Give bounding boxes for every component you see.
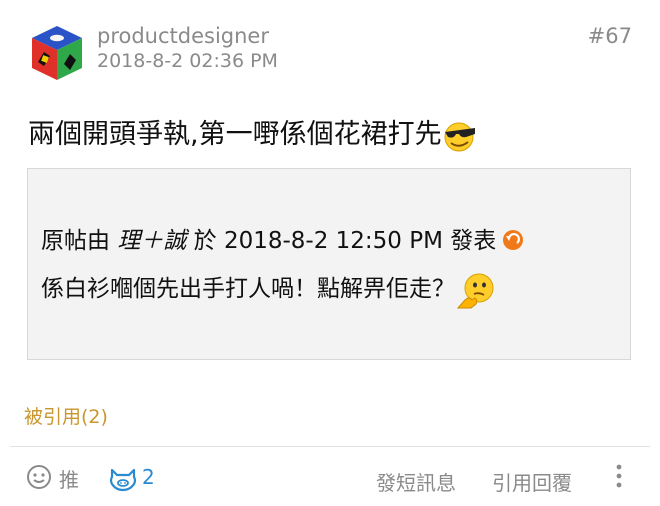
post-footer: 推 2 發短訊息 引用回覆 — [0, 448, 660, 506]
quote-mid: 於 — [193, 228, 217, 254]
more-options-icon[interactable] — [612, 462, 626, 490]
recommend-button[interactable]: 推 — [59, 464, 79, 493]
quote-suffix: 發表 — [450, 228, 497, 254]
pig-icon[interactable] — [108, 464, 138, 492]
quote-user[interactable]: 理＋誠 — [117, 228, 186, 254]
quote-attribution: 原帖由 理＋誠 於 2018-8-2 12:50 PM 發表 — [41, 221, 524, 255]
cool-sunglasses-smiley-icon — [444, 122, 475, 151]
divider — [10, 446, 650, 447]
quote-reply-button[interactable]: 引用回覆 — [492, 467, 572, 496]
quote-block: 原帖由 理＋誠 於 2018-8-2 12:50 PM 發表 係白衫嗰個先出手打… — [27, 168, 631, 360]
avatar[interactable] — [30, 24, 84, 82]
quote-prefix: 原帖由 — [41, 228, 110, 254]
thinking-smiley-icon — [456, 273, 494, 308]
send-message-button[interactable]: 發短訊息 — [376, 467, 456, 496]
post-timestamp: 2018-8-2 02:36 PM — [97, 50, 278, 72]
username[interactable]: productdesigner — [97, 24, 269, 48]
smiley-recommend-icon[interactable] — [26, 464, 52, 490]
go-to-original-icon[interactable] — [502, 229, 524, 251]
post-body-text: 兩個開頭爭執,第一嘢係個花裙打先 — [28, 119, 442, 150]
quote-time: 2018-8-2 12:50 PM — [223, 228, 443, 254]
post-body: 兩個開頭爭執,第一嘢係個花裙打先 — [28, 116, 478, 154]
post-header: productdesigner 2018-8-2 02:36 PM #67 — [0, 0, 660, 90]
quoted-by-link[interactable]: 被引用(2) — [24, 402, 108, 429]
quote-text-line: 係白衫嗰個先出手打人喎！點解畀佢走？ — [41, 269, 497, 310]
post-number[interactable]: #67 — [588, 24, 632, 48]
quote-text: 係白衫嗰個先出手打人喎！點解畀佢走？ — [41, 276, 455, 302]
pig-count: 2 — [142, 465, 155, 489]
